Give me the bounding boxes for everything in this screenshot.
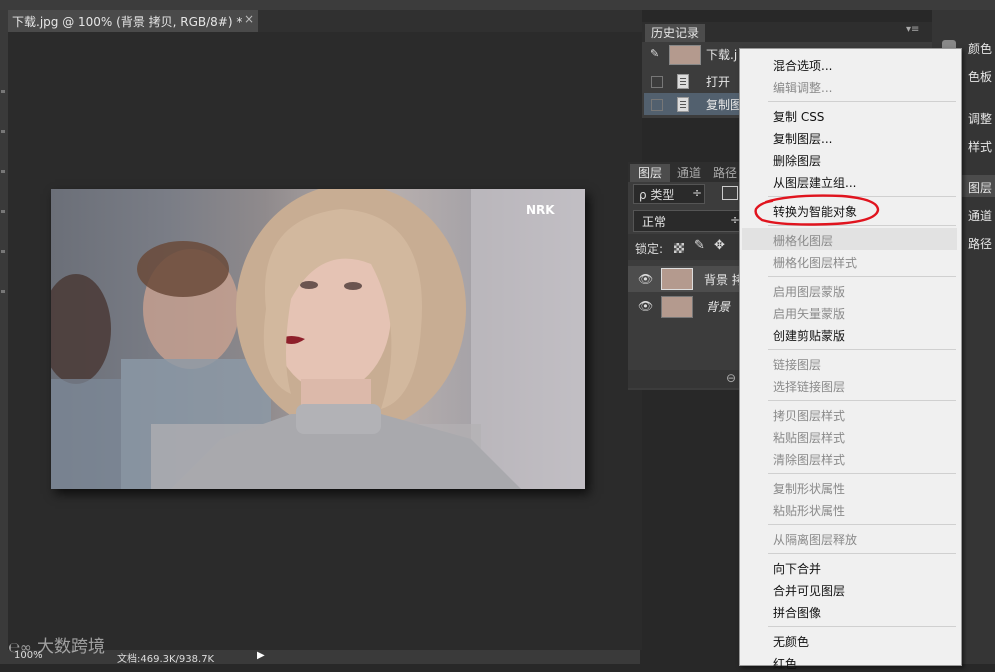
tool-tick[interactable] <box>1 290 5 293</box>
menu-separator <box>768 524 956 525</box>
history-item-selected[interactable]: 复制图 <box>644 93 742 115</box>
menu-item-paste-layer-style[interactable]: 粘贴图层样式 <box>773 429 845 446</box>
menu-separator <box>768 101 956 102</box>
lock-transparency-icon[interactable] <box>674 243 684 253</box>
history-item[interactable]: 打开 <box>644 70 742 92</box>
tool-tick[interactable] <box>1 130 5 133</box>
layer-thumbnail <box>661 296 693 318</box>
visibility-eye-icon[interactable]: 👁 <box>638 299 653 313</box>
red-annotation-circle <box>754 194 880 226</box>
watermark-text: 大数跨境 <box>37 637 106 657</box>
blend-mode-value: 正常 <box>642 215 667 229</box>
menu-item-create-clipping-mask[interactable]: 创建剪贴蒙版 <box>773 327 845 344</box>
history-checkbox[interactable] <box>651 76 663 88</box>
tab-layers[interactable]: 图层 <box>630 164 670 182</box>
document-tab-title[interactable]: 下载.jpg @ 100% (背景 拷贝, RGB/8#) * <box>12 13 242 30</box>
document-image[interactable]: NRK <box>51 189 585 489</box>
status-menu-arrow-icon[interactable]: ▶ <box>257 650 265 661</box>
menu-item-flatten-image[interactable]: 拼合图像 <box>773 604 821 621</box>
panel-channels[interactable]: 通道 <box>968 207 992 224</box>
watermark-logo-icon: ℮∞ <box>8 640 32 656</box>
panel-styles[interactable]: 样式 <box>968 138 992 155</box>
history-item-label: 下载.j <box>706 48 738 62</box>
tool-tick[interactable] <box>1 210 5 213</box>
menu-item-group-from-layers[interactable]: 从图层建立组... <box>773 174 856 191</box>
menu-separator <box>768 349 956 350</box>
menu-item-paste-shape-attributes[interactable]: 粘贴形状属性 <box>773 502 845 519</box>
visibility-eye-icon[interactable]: 👁 <box>638 272 653 286</box>
watermark: ℮∞ 大数跨境 <box>8 632 105 657</box>
panel-paths[interactable]: 路径 <box>968 235 992 252</box>
menu-item-duplicate-layer[interactable]: 复制图层... <box>773 130 832 147</box>
menu-item-copy-shape-attributes[interactable]: 复制形状属性 <box>773 480 845 497</box>
menu-item-enable-layer-mask[interactable]: 启用图层蒙版 <box>773 283 845 300</box>
panel-adjustments[interactable]: 调整 <box>968 110 992 127</box>
menu-item-merge-down[interactable]: 向下合并 <box>773 560 821 577</box>
photo-illustration <box>51 189 585 489</box>
panel-menu-icon[interactable]: ▾≡ <box>906 24 919 35</box>
lock-brush-icon[interactable]: ✎ <box>694 238 705 253</box>
lock-label: 锁定: <box>635 242 664 256</box>
tab-paths[interactable]: 路径 <box>710 164 740 182</box>
history-snapshot[interactable]: ✎ 下载.j <box>644 43 742 65</box>
menu-separator <box>768 276 956 277</box>
history-checkbox[interactable] <box>651 99 663 111</box>
tool-tick[interactable] <box>1 170 5 173</box>
menu-item-rasterize-layer-style[interactable]: 栅格化图层样式 <box>773 254 857 271</box>
menu-separator <box>768 473 956 474</box>
menu-item-link-layers[interactable]: 链接图层 <box>773 356 821 373</box>
image-logo: NRK <box>526 203 555 217</box>
panel-layers[interactable]: 图层 <box>968 179 992 196</box>
menu-separator <box>768 553 956 554</box>
tool-tick[interactable] <box>1 90 5 93</box>
menu-item-blending-options[interactable]: 混合选项... <box>773 57 832 74</box>
tab-bar <box>258 10 642 32</box>
history-item-label: 打开 <box>706 75 731 89</box>
menu-item-rasterize-layer[interactable]: 栅格化图层 <box>773 232 833 249</box>
tab-history[interactable]: 历史记录 <box>645 24 705 42</box>
layer-row-selected[interactable]: 👁 背景 拷 <box>628 266 744 292</box>
menu-item-copy-layer-style[interactable]: 拷贝图层样式 <box>773 407 845 424</box>
menu-item-no-color[interactable]: 无颜色 <box>773 633 809 650</box>
menu-item-clear-layer-style[interactable]: 清除图层样式 <box>773 451 845 468</box>
tool-tick[interactable] <box>1 250 5 253</box>
link-layers-icon[interactable]: ⊖ <box>726 371 736 385</box>
close-tab-icon[interactable]: × <box>244 12 254 26</box>
lock-row: 锁定: ✎ ✥ <box>628 234 740 260</box>
menu-item-enable-vector-mask[interactable]: 启用矢量蒙版 <box>773 305 845 322</box>
doc-size: 文档:469.3K/938.7K <box>117 654 215 665</box>
history-item-label: 复制图 <box>706 98 743 112</box>
tab-channels[interactable]: 通道 <box>672 164 706 182</box>
layer-row[interactable]: 👁 背景 <box>628 294 740 318</box>
menu-item-copy-css[interactable]: 复制 CSS <box>773 108 824 125</box>
menu-separator <box>768 626 956 627</box>
layer-name[interactable]: 背景 拷 <box>704 271 744 288</box>
layers-footer: ⊖ <box>628 370 740 388</box>
image-filter-icon[interactable] <box>722 186 738 200</box>
options-bar-edge <box>0 0 995 10</box>
menu-item-release-from-isolation[interactable]: 从隔离图层释放 <box>773 531 857 548</box>
document-icon <box>677 74 689 89</box>
menu-item-merge-visible[interactable]: 合并可见图层 <box>773 582 845 599</box>
document-icon <box>677 97 689 112</box>
blend-mode-select[interactable]: 正常 ÷ <box>633 210 741 232</box>
layer-filter-select[interactable]: ρ 类型 ÷ <box>633 184 705 204</box>
panel-swatches[interactable]: 色板 <box>968 68 992 85</box>
menu-item-edit-adjustment[interactable]: 编辑调整... <box>773 79 832 96</box>
menu-item-select-linked-layers[interactable]: 选择链接图层 <box>773 378 845 395</box>
layer-name[interactable]: 背景 <box>706 298 730 315</box>
history-brush-icon: ✎ <box>650 47 660 60</box>
menu-item-delete-layer[interactable]: 删除图层 <box>773 152 821 169</box>
panel-color[interactable]: 颜色 <box>968 40 992 57</box>
layer-filter-label: ρ 类型 <box>639 188 675 202</box>
tools-panel[interactable] <box>0 10 8 650</box>
lock-move-icon[interactable]: ✥ <box>714 238 725 253</box>
layer-thumbnail <box>661 268 693 290</box>
snapshot-thumbnail <box>669 45 701 65</box>
chevron-down-icon: ÷ <box>692 186 703 200</box>
menu-separator <box>768 400 956 401</box>
